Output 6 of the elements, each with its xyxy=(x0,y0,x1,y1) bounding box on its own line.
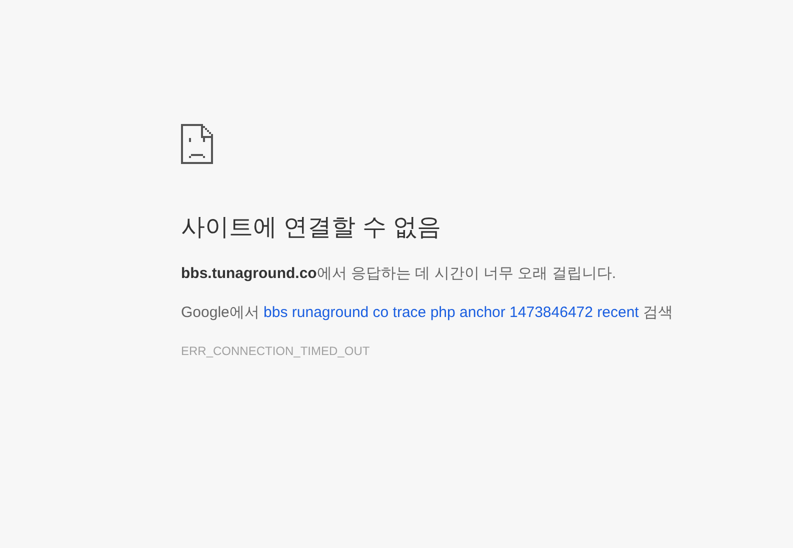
search-suggestion: Google에서 bbs runaground co trace php anchor 1473846472 recent 검색 xyxy=(181,303,673,323)
error-code: ERR_CONNECTION_TIMED_OUT xyxy=(181,343,370,359)
sad-page-icon xyxy=(181,124,215,164)
error-title: 사이트에 연결할 수 없음 xyxy=(181,213,442,243)
search-link[interactable]: bbs runaground co trace php anchor 1473846472 recent xyxy=(264,304,639,321)
error-message: bbs.tunaground.co에서 응답하는 데 시간이 너무 오래 걸립니다. xyxy=(181,264,616,284)
